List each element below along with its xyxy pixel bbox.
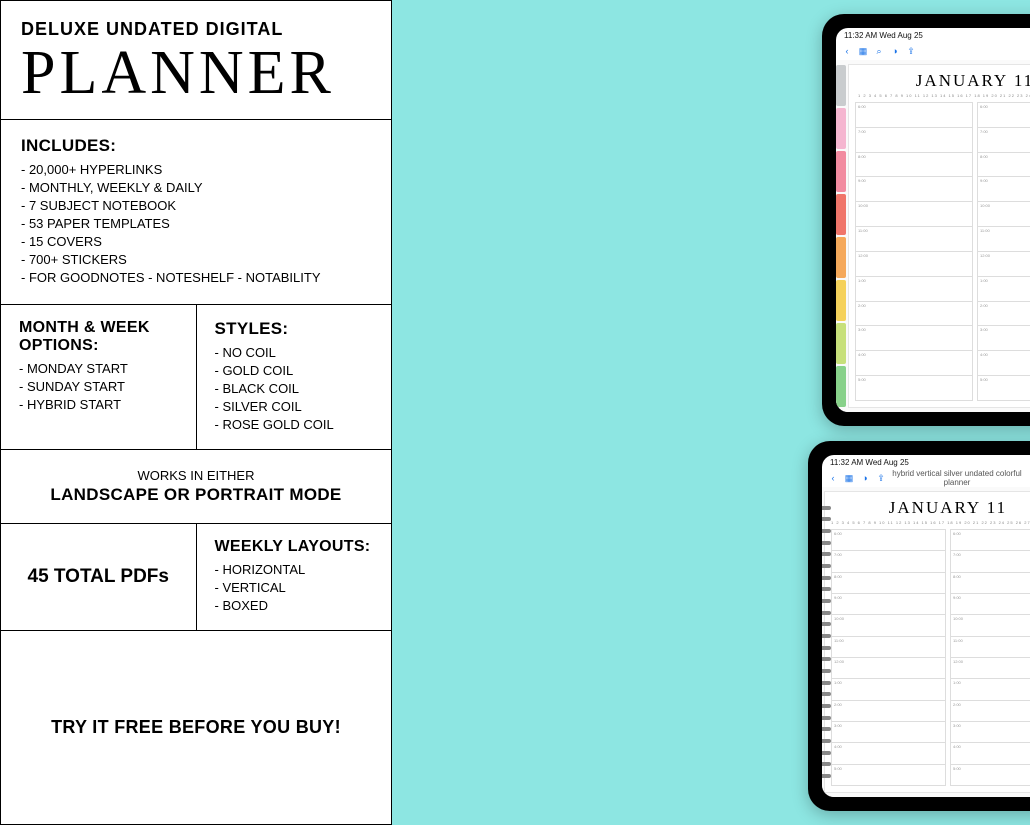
doc-title: monday horizontal no coil undated colorf… bbox=[922, 47, 1030, 56]
list-item: - GOLD COIL bbox=[215, 363, 374, 378]
grid-icon[interactable]: ▦ bbox=[858, 46, 868, 57]
day-strip: 1 2 3 4 5 6 7 8 9 10 11 12 13 14 15 16 1… bbox=[855, 93, 1030, 98]
ipad-portrait-left: 11:32 AM Wed Aug 25 91% ‹ ▦ ◑ ⇪ hybrid v… bbox=[808, 441, 1030, 811]
list-item: - 53 PAPER TEMPLATES bbox=[21, 216, 371, 231]
includes-heading: INCLUDES: bbox=[21, 136, 371, 156]
left-tabs[interactable] bbox=[836, 64, 846, 408]
app-toolbar: ‹ ▦ ◑ ⇪ hybrid vertical silver undated c… bbox=[822, 469, 1030, 487]
mode-small: WORKS IN EITHER bbox=[11, 468, 381, 485]
styles-heading: STYLES: bbox=[215, 319, 374, 339]
hour-col: 6:007:008:009:0010:0011:0012:001:002:003… bbox=[855, 102, 973, 401]
total-pdfs: 45 TOTAL PDFs bbox=[28, 547, 169, 607]
styles-items: - NO COIL - GOLD COIL - BLACK COIL - SIL… bbox=[215, 345, 374, 432]
page-title: JANUARY 11 bbox=[831, 498, 1030, 518]
share-icon[interactable]: ⇪ bbox=[876, 473, 886, 484]
weekly-heading: WEEKLY LAYOUTS: bbox=[215, 538, 374, 556]
status-bar: 11:32 AM Wed Aug 25 91% bbox=[836, 28, 1030, 42]
doc-title: hybrid vertical silver undated colorful … bbox=[892, 469, 1022, 487]
bookmark-icon[interactable]: ◑ bbox=[860, 473, 870, 483]
mode-section: WORKS IN EITHER LANDSCAPE OR PORTRAIT MO… bbox=[1, 450, 391, 524]
back-icon[interactable]: ‹ bbox=[842, 46, 852, 56]
page-title: JANUARY 11 bbox=[855, 71, 1030, 91]
bookmark-icon[interactable]: ◑ bbox=[890, 46, 900, 56]
hour-col: 6:007:008:009:0010:0011:0012:001:002:003… bbox=[977, 102, 1030, 401]
search-icon[interactable]: ⌕ bbox=[874, 46, 884, 57]
list-item: - BOXED bbox=[215, 598, 374, 613]
planner-page: JANUARY 11 1 2 3 4 5 6 7 8 9 10 11 12 13… bbox=[836, 60, 1030, 412]
list-item: - 7 SUBJECT NOTEBOOK bbox=[21, 198, 371, 213]
left-sheet: JANUARY 11 1 2 3 4 5 6 7 8 9 10 11 12 13… bbox=[848, 64, 1030, 408]
list-item: - VERTICAL bbox=[215, 580, 374, 595]
subtitle: DELUXE UNDATED DIGITAL bbox=[21, 19, 371, 40]
list-item: - 20,000+ HYPERLINKS bbox=[21, 162, 371, 177]
list-item: - NO COIL bbox=[215, 345, 374, 360]
planner-page: JANUARY 11 1 2 3 4 5 6 7 8 9 10 11 12 13… bbox=[822, 487, 1030, 797]
coil-binding bbox=[822, 502, 831, 782]
list-item: - FOR GOODNOTES - NOTESHELF - NOTABILITY bbox=[21, 270, 371, 285]
month-week-col: MONTH & WEEK OPTIONS: - MONDAY START - S… bbox=[1, 305, 197, 449]
mockup-panel: 11:32 AM Wed Aug 25 91% ‹ ▦ ⌕ ◑ ⇪ monday… bbox=[392, 0, 1030, 825]
includes-section: INCLUDES: - 20,000+ HYPERLINKS - MONTHLY… bbox=[1, 120, 391, 305]
weekly-items: - HORIZONTAL - VERTICAL - BOXED bbox=[215, 562, 374, 613]
try-section: TRY IT FREE BEFORE YOU BUY! bbox=[1, 631, 391, 824]
screen: 11:32 AM Wed Aug 25 91% ‹ ▦ ⌕ ◑ ⇪ monday… bbox=[836, 28, 1030, 412]
ipad-landscape: 11:32 AM Wed Aug 25 91% ‹ ▦ ⌕ ◑ ⇪ monday… bbox=[822, 14, 1030, 426]
list-item: - HORIZONTAL bbox=[215, 562, 374, 577]
styles-col: STYLES: - NO COIL - GOLD COIL - BLACK CO… bbox=[197, 305, 392, 449]
status-bar: 11:32 AM Wed Aug 25 91% bbox=[822, 455, 1030, 469]
app-toolbar: ‹ ▦ ⌕ ◑ ⇪ monday horizontal no coil unda… bbox=[836, 42, 1030, 60]
list-item: - SILVER COIL bbox=[215, 399, 374, 414]
status-time: 11:32 AM Wed Aug 25 bbox=[844, 31, 923, 40]
list-item: - MONDAY START bbox=[19, 361, 178, 376]
hour-columns: 6:007:008:009:0010:0011:0012:001:002:003… bbox=[855, 102, 1030, 401]
total-weekly-section: 45 TOTAL PDFs WEEKLY LAYOUTS: - HORIZONT… bbox=[1, 524, 391, 631]
month-week-items: - MONDAY START - SUNDAY START - HYBRID S… bbox=[19, 361, 178, 412]
list-item: - BLACK COIL bbox=[215, 381, 374, 396]
hour-col: 6:007:008:009:0010:0011:0012:001:002:003… bbox=[950, 529, 1030, 786]
options-styles-section: MONTH & WEEK OPTIONS: - MONDAY START - S… bbox=[1, 305, 391, 450]
hour-columns: 6:007:008:009:0010:0011:0012:001:002:003… bbox=[831, 529, 1030, 786]
share-icon[interactable]: ⇪ bbox=[906, 46, 916, 57]
list-item: - MONTHLY, WEEKLY & DAILY bbox=[21, 180, 371, 195]
list-item: - 15 COVERS bbox=[21, 234, 371, 249]
includes-items: - 20,000+ HYPERLINKS - MONTHLY, WEEKLY &… bbox=[21, 162, 371, 285]
sheet: JANUARY 11 1 2 3 4 5 6 7 8 9 10 11 12 13… bbox=[824, 491, 1030, 793]
mode-big: LANDSCAPE OR PORTRAIT MODE bbox=[11, 485, 381, 505]
main-title: PLANNER bbox=[21, 38, 371, 109]
total-col: 45 TOTAL PDFs bbox=[1, 524, 197, 630]
info-panel: DELUXE UNDATED DIGITAL PLANNER INCLUDES:… bbox=[0, 0, 392, 825]
try-free: TRY IT FREE BEFORE YOU BUY! bbox=[51, 711, 341, 744]
list-item: - SUNDAY START bbox=[19, 379, 178, 394]
month-week-heading: MONTH & WEEK OPTIONS: bbox=[19, 319, 178, 355]
list-item: - ROSE GOLD COIL bbox=[215, 417, 374, 432]
hour-col: 6:007:008:009:0010:0011:0012:001:002:003… bbox=[831, 529, 946, 786]
list-item: - HYBRID START bbox=[19, 397, 178, 412]
day-strip: 1 2 3 4 5 6 7 8 9 10 11 12 13 14 15 16 1… bbox=[831, 520, 1030, 525]
list-item: - 700+ STICKERS bbox=[21, 252, 371, 267]
grid-icon[interactable]: ▦ bbox=[844, 473, 854, 484]
weekly-col: WEEKLY LAYOUTS: - HORIZONTAL - VERTICAL … bbox=[197, 524, 392, 630]
back-icon[interactable]: ‹ bbox=[828, 473, 838, 483]
spread: JANUARY 11 1 2 3 4 5 6 7 8 9 10 11 12 13… bbox=[846, 64, 1030, 408]
status-time: 11:32 AM Wed Aug 25 bbox=[830, 458, 909, 467]
title-section: DELUXE UNDATED DIGITAL PLANNER bbox=[1, 1, 391, 120]
screen: 11:32 AM Wed Aug 25 91% ‹ ▦ ◑ ⇪ hybrid v… bbox=[822, 455, 1030, 797]
